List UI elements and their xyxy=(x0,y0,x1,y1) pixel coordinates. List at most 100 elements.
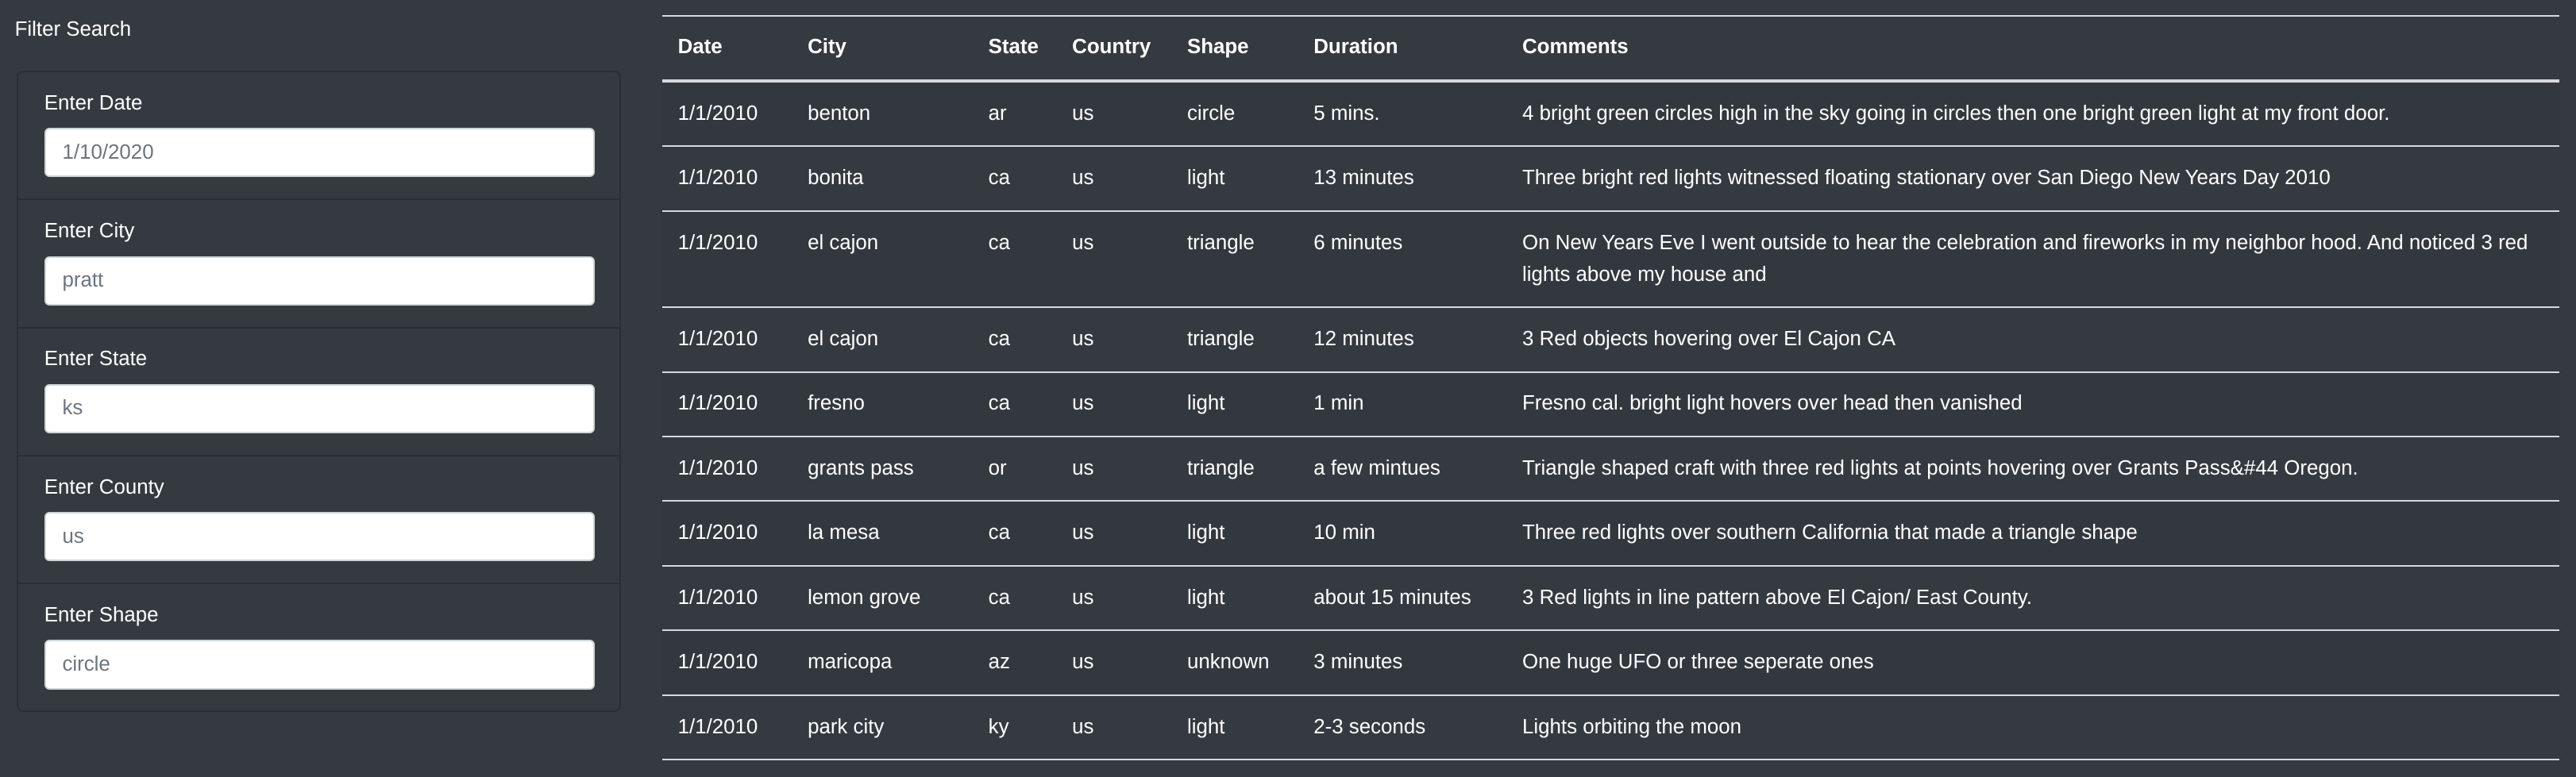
cell-city: el cajon xyxy=(792,306,973,372)
table-row: 1/1/2010 park city ky us light 2-3 seconds Lig… xyxy=(661,694,2560,761)
cell-shape: light xyxy=(1171,694,1298,761)
ufo-sightings-table: Date City State Country Shape Duration Comment… xyxy=(661,14,2560,761)
filter-item-county: Enter County xyxy=(17,456,619,585)
cell-state: ca xyxy=(972,564,1057,631)
cell-country: us xyxy=(1056,629,1172,695)
cell-city: bonita xyxy=(792,145,973,211)
cell-comments: Three bright red lights witnessed floati… xyxy=(1506,145,2560,211)
cell-country: us xyxy=(1056,564,1172,631)
city-label: Enter City xyxy=(44,220,135,243)
cell-comments: One huge UFO or three seperate ones xyxy=(1506,629,2560,695)
table-row: 1/1/2010 grants pass or us triangle a few min… xyxy=(661,435,2560,502)
cell-shape: light xyxy=(1171,564,1298,631)
cell-date: 1/1/2010 xyxy=(661,694,792,761)
date-input[interactable] xyxy=(44,128,595,178)
cell-state: ky xyxy=(972,694,1057,761)
filter-item-city: Enter City xyxy=(17,200,619,329)
cell-country: us xyxy=(1056,145,1172,211)
cell-country: us xyxy=(1056,500,1172,566)
column-header-duration: Duration xyxy=(1298,14,1507,83)
filter-list: Enter Date 1/10/2020 Enter City Enter State… xyxy=(16,70,621,713)
table-row: 1/1/2010 el cajon ca us triangle 12 minutes 3 … xyxy=(661,306,2560,372)
cell-city: maricopa xyxy=(792,629,973,695)
column-header-comments: Comments xyxy=(1506,14,2560,83)
page: Filter Search Enter Date 1/10/2020 Enter C… xyxy=(0,0,2576,777)
city-input[interactable] xyxy=(44,256,595,306)
filter-item-state: Enter State xyxy=(17,329,619,456)
cell-duration: 10 min xyxy=(1298,500,1507,566)
date-label: Enter Date xyxy=(44,91,143,114)
cell-date: 1/1/2010 xyxy=(661,210,792,308)
cell-date: 1/1/2010 xyxy=(661,500,792,566)
state-input[interactable] xyxy=(44,383,595,433)
cell-duration: 12 minutes xyxy=(1298,306,1507,372)
cell-date: 1/1/2010 xyxy=(661,564,792,631)
cell-shape: light xyxy=(1171,145,1298,211)
cell-city: fresno xyxy=(792,371,973,437)
cell-duration: 3 minutes xyxy=(1298,629,1507,695)
cell-duration: 1 min xyxy=(1298,371,1507,437)
table-row: 1/1/2010 fresno ca us light 1 min Fresno cal. … xyxy=(661,371,2560,437)
cell-country: us xyxy=(1056,694,1172,761)
cell-duration: 2-3 seconds xyxy=(1298,694,1507,761)
column-header-city: City xyxy=(792,14,973,83)
cell-date: 1/1/2010 xyxy=(661,306,792,372)
column-header-state: State xyxy=(972,14,1057,83)
cell-city: benton xyxy=(792,80,973,147)
cell-country: us xyxy=(1056,435,1172,502)
table-row: 1/1/2010 benton ar us circle 5 mins. 4 bright … xyxy=(661,80,2560,147)
cell-country: us xyxy=(1056,80,1172,147)
county-label: Enter County xyxy=(44,475,164,498)
cell-state: or xyxy=(972,435,1057,502)
cell-comments: 3 Red objects hovering over El Cajon CA xyxy=(1506,306,2560,372)
cell-shape: light xyxy=(1171,500,1298,566)
cell-city: grants pass xyxy=(792,435,973,502)
cell-city: park city xyxy=(792,694,973,761)
cell-state: ca xyxy=(972,306,1057,372)
cell-date: 1/1/2010 xyxy=(661,629,792,695)
table-header-row: Date City State Country Shape Duration Comment… xyxy=(661,14,2560,83)
cell-state: ca xyxy=(972,145,1057,211)
cell-comments: 3 Red lights in line pattern above El Ca… xyxy=(1506,564,2560,631)
cell-state: az xyxy=(972,629,1057,695)
date-field: 1/10/2020 xyxy=(44,128,595,178)
shape-input[interactable] xyxy=(44,640,595,690)
cell-comments: Lights orbiting the moon xyxy=(1506,694,2560,761)
cell-city: lemon grove xyxy=(792,564,973,631)
cell-comments: 4 bright green circles high in the sky g… xyxy=(1506,80,2560,147)
cell-comments: Fresno cal. bright light hovers over hea… xyxy=(1506,371,2560,437)
cell-state: ca xyxy=(972,371,1057,437)
cell-shape: light xyxy=(1171,371,1298,437)
cell-shape: triangle xyxy=(1171,435,1298,502)
cell-date: 1/1/2010 xyxy=(661,371,792,437)
cell-date: 1/1/2010 xyxy=(661,80,792,147)
cell-state: ar xyxy=(972,80,1057,147)
cell-comments: On New Years Eve I went outside to hear … xyxy=(1506,210,2560,308)
cell-state: ca xyxy=(972,500,1057,566)
cell-state: ca xyxy=(972,210,1057,308)
cell-date: 1/1/2010 xyxy=(661,435,792,502)
cell-city: el cajon xyxy=(792,210,973,308)
cell-duration: about 15 minutes xyxy=(1298,564,1507,631)
cell-comments: Triangle shaped craft with three red lig… xyxy=(1506,435,2560,502)
cell-duration: 6 minutes xyxy=(1298,210,1507,308)
cell-duration: 5 mins. xyxy=(1298,80,1507,147)
table-row: 1/1/2010 maricopa az us unknown 3 minutes One … xyxy=(661,629,2560,695)
county-input[interactable] xyxy=(44,512,595,562)
cell-duration: 13 minutes xyxy=(1298,145,1507,211)
cell-shape: triangle xyxy=(1171,306,1298,372)
cell-date: 1/1/2010 xyxy=(661,145,792,211)
shape-label: Enter Shape xyxy=(44,603,159,626)
filter-item-shape: Enter Shape xyxy=(18,584,619,710)
table-row: 1/1/2010 bonita ca us light 13 minutes Three b… xyxy=(661,145,2560,211)
filter-search-title: Filter Search xyxy=(14,17,132,40)
cell-country: us xyxy=(1056,210,1172,308)
table-row: 1/1/2010 la mesa ca us light 10 min Three red … xyxy=(661,500,2560,566)
table-row: 1/1/2010 lemon grove ca us light about 15 min… xyxy=(661,564,2560,631)
cell-shape: unknown xyxy=(1171,629,1298,695)
cell-country: us xyxy=(1056,371,1172,437)
cell-shape: circle xyxy=(1171,80,1298,147)
table-row: 1/1/2010 el cajon ca us triangle 6 minutes On … xyxy=(661,210,2560,308)
column-header-date: Date xyxy=(661,14,792,83)
cell-duration: a few mintues xyxy=(1298,435,1507,502)
